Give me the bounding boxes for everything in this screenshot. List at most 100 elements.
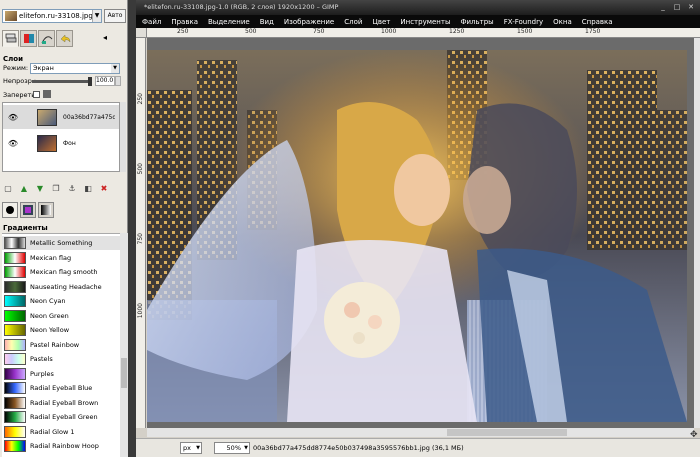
undo-icon — [60, 34, 70, 43]
raise-layer-icon[interactable]: ▲ — [19, 184, 29, 194]
layers-list: 👁 00a36bd77a475dd8 👁 Фон — [2, 102, 120, 172]
layer-name: Фон — [63, 139, 76, 147]
gradient-item[interactable]: Neon Cyan — [2, 294, 120, 308]
gradient-item[interactable]: Radial Rainbow Hoop — [2, 439, 120, 453]
window-title-bar[interactable]: *elitefon.ru-33108.jpg-1.0 (RGB, 2 слоя)… — [136, 0, 700, 15]
dock-separator[interactable] — [128, 0, 136, 457]
tab-paths[interactable] — [38, 30, 55, 47]
gradient-item[interactable]: Mexican flag — [2, 251, 120, 265]
lock-alpha-checkbox[interactable] — [33, 91, 40, 98]
image-canvas[interactable] — [147, 50, 687, 422]
anchor-layer-icon[interactable]: ⚓ — [67, 184, 77, 194]
gradients-scrollbar[interactable] — [120, 233, 128, 457]
gradient-swatch — [4, 382, 26, 394]
lock-icon — [43, 90, 51, 98]
menu-item[interactable]: Цвет — [372, 18, 390, 26]
menu-item[interactable]: Окна — [553, 18, 572, 26]
gradient-name: Purples — [30, 369, 54, 378]
auto-button[interactable]: Авто — [104, 9, 126, 23]
delete-layer-icon[interactable]: ✖ — [99, 184, 109, 194]
gradient-item[interactable]: Pastels — [2, 352, 120, 366]
canvas-area[interactable] — [147, 38, 694, 428]
horizontal-scrollbar-thumb[interactable] — [447, 429, 567, 436]
opacity-slider[interactable] — [32, 77, 92, 86]
gradient-item[interactable]: Neon Green — [2, 309, 120, 323]
unit-select[interactable]: px ▼ — [180, 442, 202, 454]
chevron-down-icon[interactable]: ▼ — [92, 10, 101, 22]
menu-item[interactable]: Вид — [260, 18, 274, 26]
image-thumbnail — [5, 11, 17, 21]
gradient-item[interactable]: Radial Glow 1 — [2, 425, 120, 439]
menu-bar: Файл Правка Выделение Вид Изображение Слой Цве… — [136, 15, 700, 28]
duplicate-layer-icon[interactable]: ❐ — [51, 184, 61, 194]
opacity-input[interactable]: 100.0 — [95, 76, 115, 86]
gradient-swatch — [4, 280, 26, 293]
mask-layer-icon[interactable]: ◧ — [83, 184, 93, 194]
ruler-tick-label: 1500 — [517, 28, 533, 35]
chevron-down-icon: ▼ — [244, 445, 248, 451]
gradient-item[interactable]: Pastel Rainbow — [2, 338, 120, 352]
layers-icon — [5, 33, 16, 43]
gradient-swatch — [4, 266, 26, 278]
gradient-item[interactable]: Mexican flag smooth — [2, 265, 120, 279]
opacity-spinner[interactable] — [115, 76, 121, 86]
pattern-icon — [23, 205, 33, 215]
lower-layer-icon[interactable]: ▼ — [35, 184, 45, 194]
gradient-swatch — [4, 324, 26, 336]
layer-name: 00a36bd77a475dd8 — [63, 113, 115, 121]
menu-item[interactable]: Инструменты — [400, 18, 450, 26]
gradient-name: Radial Eyeball Brown — [30, 398, 99, 407]
layer-row[interactable]: 👁 00a36bd77a475dd8 — [3, 105, 119, 129]
gradient-item[interactable]: Radial Eyeball Brown — [2, 396, 120, 410]
vertical-ruler[interactable]: 250 500 750 1000 — [136, 38, 146, 428]
gradient-icon — [41, 205, 51, 215]
ruler-tick-label: 500 — [245, 28, 257, 35]
opacity-slider-handle[interactable] — [88, 77, 92, 86]
tab-menu-icon[interactable]: ◂ — [103, 33, 107, 42]
vertical-scrollbar[interactable] — [694, 38, 700, 428]
layer-row[interactable]: 👁 Фон — [3, 131, 119, 155]
menu-item[interactable]: Справка — [582, 18, 613, 26]
zoom-select[interactable]: 50% ▼ — [214, 442, 250, 454]
tab-brushes[interactable] — [2, 202, 18, 218]
tab-channels[interactable] — [20, 30, 37, 47]
gradient-item[interactable]: Metallic Something — [2, 236, 120, 250]
horizontal-ruler[interactable]: 250 500 750 1000 1250 1500 1750 — [147, 28, 700, 38]
tab-patterns[interactable] — [20, 202, 36, 218]
menu-item[interactable]: Фильтры — [460, 18, 493, 26]
menu-item[interactable]: Слой — [344, 18, 362, 26]
gradient-swatch — [4, 411, 26, 423]
tab-layers[interactable] — [2, 30, 19, 47]
new-layer-icon[interactable]: ▢ — [3, 184, 13, 194]
menu-item[interactable]: FX-Foundry — [504, 18, 543, 26]
horizontal-scrollbar[interactable] — [147, 428, 694, 437]
tab-gradients[interactable] — [38, 202, 54, 218]
gradient-name: Radial Eyeball Blue — [30, 384, 93, 392]
eye-icon[interactable]: 👁 — [7, 139, 19, 148]
mode-select[interactable]: Экран ▼ — [30, 63, 120, 74]
menu-item[interactable]: Выделение — [208, 18, 250, 26]
tab-undo[interactable] — [56, 30, 73, 47]
gradient-item[interactable]: Nauseating Headache — [2, 280, 120, 294]
zoom-value: 50% — [226, 444, 241, 452]
minimize-icon[interactable]: _ — [658, 2, 668, 12]
menu-item[interactable]: Правка — [171, 18, 198, 26]
menu-item[interactable]: Файл — [142, 18, 161, 26]
gradient-item[interactable]: Neon Yellow — [2, 323, 120, 337]
eye-icon[interactable]: 👁 — [7, 113, 19, 122]
layers-scrollbar[interactable] — [120, 102, 126, 172]
gradient-item[interactable]: Radial Eyeball Blue — [2, 381, 120, 395]
close-icon[interactable]: ✕ — [686, 2, 696, 12]
gradient-item[interactable]: Radial Eyeball Green — [2, 410, 120, 424]
gradients-scrollbar-thumb[interactable] — [121, 358, 127, 388]
image-selector[interactable]: elitefon.ru-33108.jpg-1 ▼ — [2, 9, 102, 23]
layer-thumbnail — [37, 134, 57, 152]
gradient-tabs — [2, 202, 54, 218]
gradient-item[interactable]: Purples — [2, 367, 120, 381]
gradient-name: Neon Cyan — [30, 297, 66, 305]
gradient-swatch — [4, 425, 26, 438]
ruler-corner[interactable] — [136, 28, 147, 38]
maximize-icon[interactable]: □ — [672, 2, 682, 12]
menu-item[interactable]: Изображение — [284, 18, 334, 26]
gradient-swatch — [4, 237, 26, 249]
